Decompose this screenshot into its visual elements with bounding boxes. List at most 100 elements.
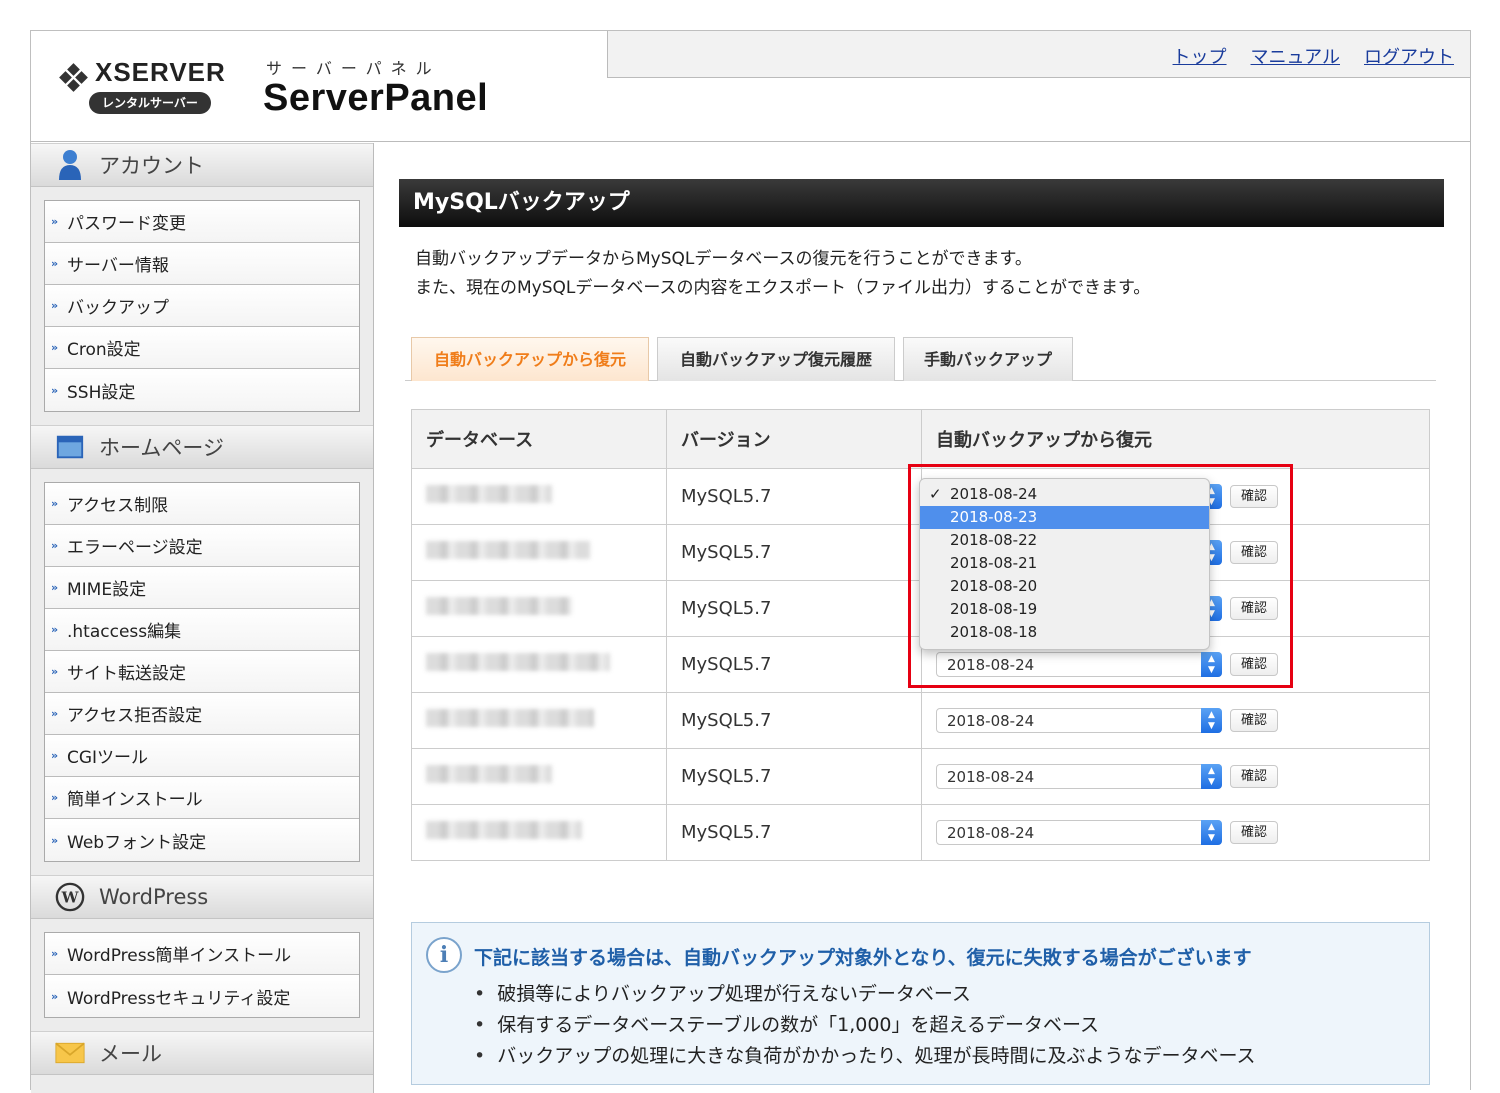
notice-list: 破損等によりバックアップ処理が行えないデータベース 保有するデータベーステーブル… <box>474 979 1256 1072</box>
sidebar-list-homepage: » アクセス制限 » エラーページ設定 » MIME設定 » .htaccess編集 »… <box>44 482 360 862</box>
checkmark-icon: ✓ <box>929 485 942 503</box>
top-link[interactable]: トップ <box>1173 43 1227 69</box>
manual-link[interactable]: マニュアル <box>1251 43 1340 69</box>
select-value: 2018-08-24 <box>947 823 1035 842</box>
sidebar-section-account: アカウント <box>31 143 373 187</box>
window-frame: XSERVER レンタルサーバー サーバーパネル ServerPanel トップ… <box>30 30 1471 1093</box>
logo-text: XSERVER <box>95 57 226 87</box>
tab-restore-history[interactable]: 自動バックアップ復元履歴 <box>657 337 895 381</box>
sidebar-item-ssh[interactable]: » SSH設定 <box>45 369 359 411</box>
sidebar-item-webfont[interactable]: » Webフォント設定 <box>45 819 359 861</box>
sidebar-item-label: 簡単インストール <box>67 790 203 810</box>
page-title: MySQLバックアップ <box>399 179 1444 227</box>
page-description: 自動バックアップデータからMySQLデータベースの復元を行うことができます。 ま… <box>415 245 1444 303</box>
sidebar-item-label: .htaccess編集 <box>67 622 182 642</box>
sidebar-item-htaccess[interactable]: » .htaccess編集 <box>45 609 359 651</box>
version-cell: MySQL5.7 <box>666 804 922 861</box>
blurred-text <box>426 709 594 727</box>
confirm-button[interactable]: 確認 <box>1230 485 1279 508</box>
confirm-button[interactable]: 確認 <box>1230 597 1279 620</box>
option-label: 2018-08-20 <box>950 577 1038 595</box>
confirm-button[interactable]: 確認 <box>1230 653 1279 676</box>
select-arrows-icon: ▲ ▼ <box>1201 652 1222 677</box>
sidebar-item-easy-install[interactable]: » 簡単インストール <box>45 777 359 819</box>
select-value: 2018-08-24 <box>947 655 1035 674</box>
arrow-icon: » <box>51 383 59 397</box>
sidebar-item-access-deny[interactable]: » アクセス拒否設定 <box>45 693 359 735</box>
select-arrows-icon: ▲ ▼ <box>1201 820 1222 845</box>
dropdown-option[interactable]: 2018-08-20 <box>920 575 1209 598</box>
version-cell: MySQL5.7 <box>666 636 922 693</box>
sidebar-item-site-redirect[interactable]: » サイト転送設定 <box>45 651 359 693</box>
sidebar-item-label: SSH設定 <box>67 382 136 403</box>
arrow-icon: » <box>51 299 59 312</box>
logout-link[interactable]: ログアウト <box>1364 43 1454 69</box>
sidebar-item-error-page[interactable]: » エラーページ設定 <box>45 525 359 567</box>
tab-manual-backup[interactable]: 手動バックアップ <box>903 337 1073 381</box>
blurred-text <box>426 653 610 671</box>
sidebar-list-wordpress: » WordPress簡単インストール » WordPressセキュリティ設定 <box>44 932 360 1018</box>
backup-date-select[interactable]: 2018-08-24 ▲▼ <box>936 708 1222 733</box>
backup-date-select[interactable]: 2018-08-24 ▲▼ <box>936 820 1222 845</box>
sidebar-item-server-info[interactable]: » サーバー情報 <box>45 243 359 285</box>
sidebar-section-wordpress: W WordPress <box>31 875 373 919</box>
restore-cell: 2018-08-24 ▲▼ 確認 <box>921 692 1430 749</box>
sidebar-item-cgi-tools[interactable]: » CGIツール <box>45 735 359 777</box>
sidebar-section-title: メール <box>99 1042 162 1066</box>
column-header-version: バージョン <box>666 409 922 469</box>
list-item: 保有するデータベーステーブルの数が「1,000」を超えるデータベース <box>474 1010 1256 1041</box>
sidebar-item-label: アクセス拒否設定 <box>67 706 203 726</box>
blurred-text <box>426 597 572 615</box>
database-name-blurred <box>411 748 667 805</box>
dropdown-option[interactable]: 2018-08-21 <box>920 552 1209 575</box>
confirm-button[interactable]: 確認 <box>1230 709 1279 732</box>
sidebar-item-label: WordPressセキュリティ設定 <box>67 988 291 1009</box>
sidebar-item-access-limit[interactable]: » アクセス制限 <box>45 483 359 525</box>
panel-title: ServerPanel <box>263 77 489 119</box>
option-label: 2018-08-19 <box>950 600 1038 618</box>
dropdown-option[interactable]: 2018-08-19 <box>920 598 1209 621</box>
notice-title: 下記に該当する場合は、自動バックアップ対象外となり、復元に失敗する場合がございま… <box>474 947 1252 969</box>
sidebar-item-label: WordPress簡単インストール <box>67 946 292 966</box>
table-row: MySQL5.7 2018-08-24 ▲▼ 確認 <box>411 748 1430 805</box>
header: XSERVER レンタルサーバー サーバーパネル ServerPanel トップ… <box>31 31 1470 142</box>
backup-date-select[interactable]: 2018-08-24 ▲▼ <box>936 652 1222 677</box>
option-label: 2018-08-23 <box>950 508 1038 526</box>
user-icon <box>55 149 85 181</box>
confirm-button[interactable]: 確認 <box>1230 765 1279 788</box>
backup-date-select[interactable]: 2018-08-24 ▲▼ <box>936 764 1222 789</box>
panel-subtitle: サーバーパネル <box>266 59 441 78</box>
dropdown-option[interactable]: 2018-08-18 <box>920 621 1209 644</box>
confirm-button[interactable]: 確認 <box>1230 821 1279 844</box>
arrow-icon: » <box>51 215 59 228</box>
sidebar-item-label: エラーページ設定 <box>67 538 203 558</box>
tab-restore-from-auto-backup[interactable]: 自動バックアップから復元 <box>411 337 649 381</box>
sidebar-item-wp-install[interactable]: » WordPress簡単インストール <box>45 933 359 975</box>
logo-badge: レンタルサーバー <box>89 92 211 114</box>
arrow-icon: » <box>51 749 59 762</box>
database-name-blurred <box>411 804 667 861</box>
sidebar-item-wp-security[interactable]: » WordPressセキュリティ設定 <box>45 975 359 1017</box>
dropdown-option-selected[interactable]: ✓ 2018-08-24 <box>920 483 1209 506</box>
sidebar-item-password[interactable]: » パスワード変更 <box>45 201 359 243</box>
database-name-blurred <box>411 580 667 637</box>
select-arrows-icon: ▲ ▼ <box>1201 708 1222 733</box>
arrow-icon: » <box>51 665 59 678</box>
blurred-text <box>426 821 582 839</box>
xserver-logo[interactable]: XSERVER レンタルサーバー <box>59 57 239 119</box>
main-content: MySQLバックアップ 自動バックアップデータからMySQLデータベースの復元を… <box>399 179 1444 1085</box>
sidebar-item-label: MIME設定 <box>67 580 147 600</box>
dropdown-option-highlighted[interactable]: 2018-08-23 <box>920 506 1209 529</box>
confirm-button[interactable]: 確認 <box>1230 541 1279 564</box>
select-value: 2018-08-24 <box>947 711 1035 730</box>
option-label: 2018-08-22 <box>950 531 1038 549</box>
sidebar-item-backup[interactable]: » バックアップ <box>45 285 359 327</box>
dropdown-option[interactable]: 2018-08-22 <box>920 529 1209 552</box>
description-line: 自動バックアップデータからMySQLデータベースの復元を行うことができます。 <box>415 249 1032 269</box>
sidebar-item-mime[interactable]: » MIME設定 <box>45 567 359 609</box>
sidebar-item-cron[interactable]: » Cron設定 <box>45 327 359 369</box>
database-name-blurred <box>411 692 667 749</box>
restore-cell: 2018-08-24 ▲▼ 確認 <box>921 804 1430 861</box>
date-dropdown-menu: ✓ 2018-08-24 2018-08-23 2018-08-22 2018-0… <box>919 478 1210 650</box>
sidebar-list-account: » パスワード変更 » サーバー情報 » バックアップ » Cron設定 » SSH設定 <box>44 200 360 412</box>
